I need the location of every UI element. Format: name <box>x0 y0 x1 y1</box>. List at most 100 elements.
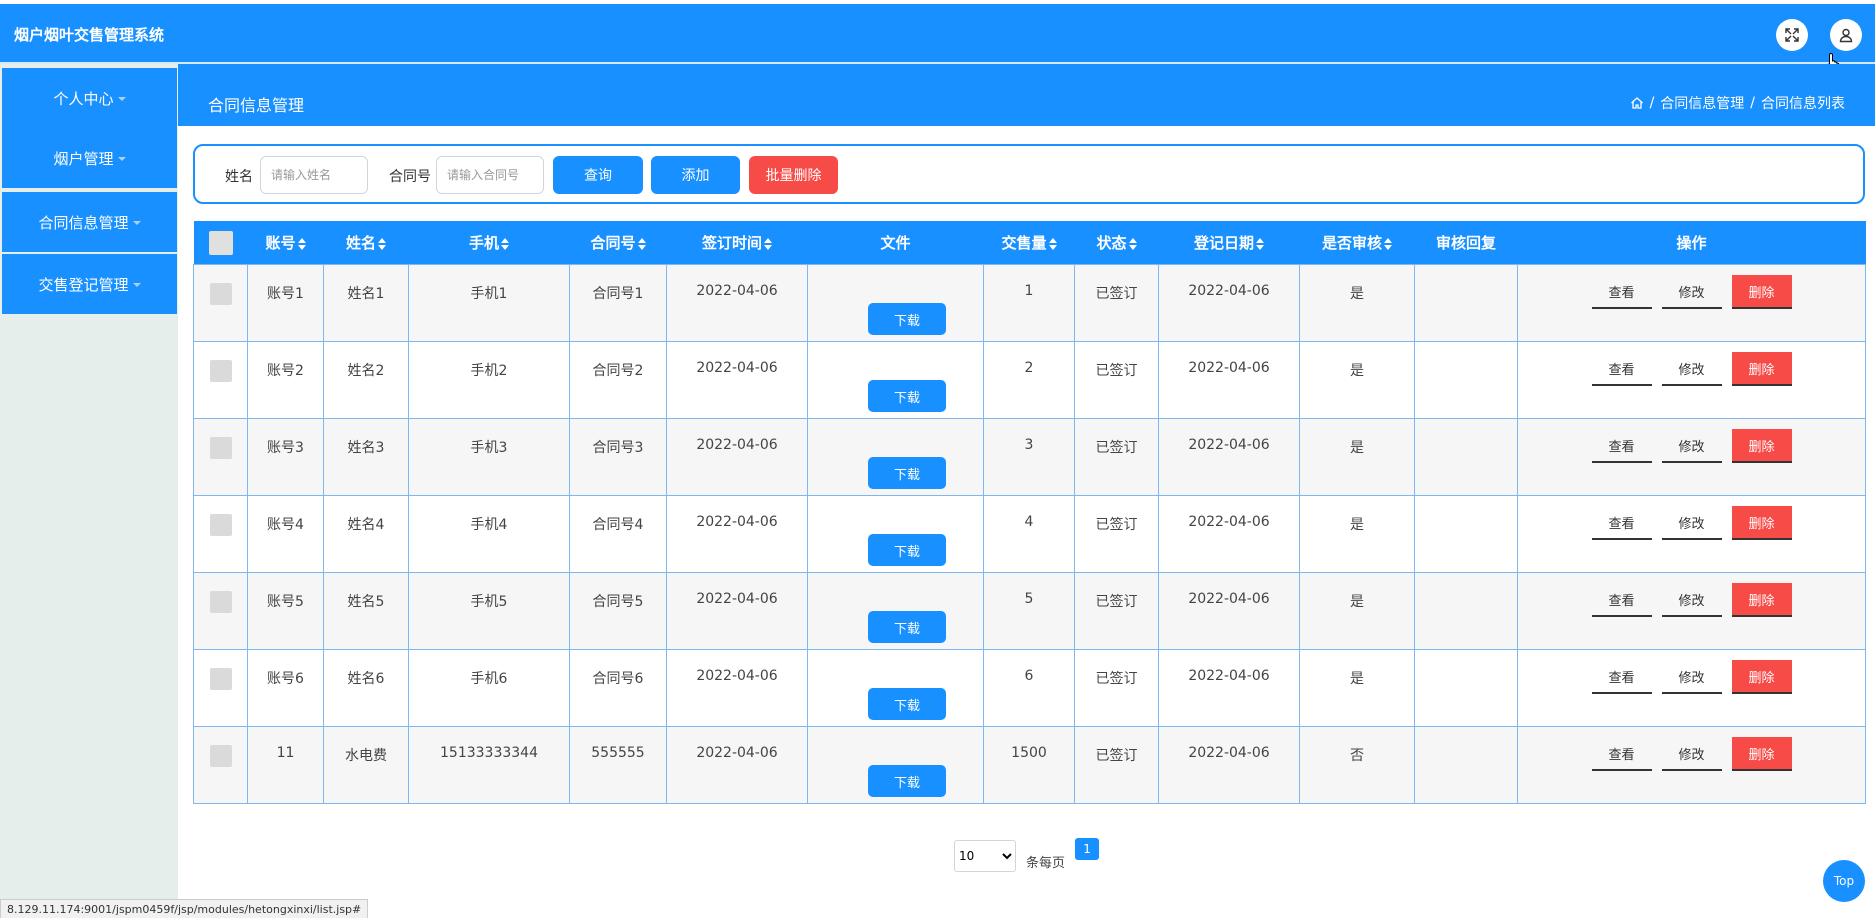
cell-account: 账号4 <box>247 495 324 573</box>
edit-button[interactable]: 修改 <box>1661 506 1722 540</box>
column-header-account[interactable]: 账号 <box>247 221 324 265</box>
table-row: 账号1 姓名1 手机1 合同号1 2022-04-06 下载 1 已签订 202… <box>193 264 1866 342</box>
row-checkbox[interactable] <box>209 668 232 690</box>
edit-button[interactable]: 修改 <box>1661 429 1722 463</box>
breadcrumb-item[interactable]: 合同信息管理 <box>1660 93 1744 113</box>
cell-reviewed: 是 <box>1299 341 1415 419</box>
select-all-checkbox[interactable] <box>208 230 233 255</box>
cell-file: 下载 <box>807 649 984 727</box>
sidebar-item-tobacco-household[interactable]: 烟户管理 <box>2 128 177 188</box>
sort-icon[interactable] <box>501 237 509 250</box>
edit-button[interactable]: 修改 <box>1661 660 1722 694</box>
edit-button[interactable]: 修改 <box>1661 275 1722 309</box>
delete-button[interactable]: 删除 <box>1731 352 1792 386</box>
name-search-input[interactable] <box>260 156 368 194</box>
column-header-contract[interactable]: 合同号 <box>569 221 667 265</box>
view-button[interactable]: 查看 <box>1591 429 1652 463</box>
row-checkbox[interactable] <box>209 591 232 613</box>
page-size-select[interactable]: 10 <box>954 840 1016 872</box>
edit-button[interactable]: 修改 <box>1661 737 1722 771</box>
user-button[interactable] <box>1830 19 1862 51</box>
cell-quantity: 5 <box>983 572 1075 650</box>
cell-actions: 查看 修改 删除 <box>1517 726 1866 804</box>
edit-button[interactable]: 修改 <box>1661 352 1722 386</box>
download-button[interactable]: 下载 <box>868 611 946 643</box>
sort-icon[interactable] <box>378 237 386 250</box>
cell-register-date: 2022-04-06 <box>1158 495 1300 573</box>
sidebar-item-contract-management[interactable]: 合同信息管理 <box>2 192 177 252</box>
download-button[interactable]: 下载 <box>868 303 946 335</box>
delete-button[interactable]: 删除 <box>1731 506 1792 540</box>
edit-button[interactable]: 修改 <box>1661 583 1722 617</box>
view-button[interactable]: 查看 <box>1591 660 1652 694</box>
download-button[interactable]: 下载 <box>868 534 946 566</box>
cell-actions: 查看 修改 删除 <box>1517 649 1866 727</box>
contract-search-input[interactable] <box>436 156 544 194</box>
cell-quantity: 6 <box>983 649 1075 727</box>
page-number-current[interactable]: 1 <box>1075 838 1100 860</box>
download-button[interactable]: 下载 <box>868 380 946 412</box>
batch-delete-button[interactable]: 批量删除 <box>749 156 838 194</box>
cell-review-reply <box>1414 572 1518 650</box>
delete-button[interactable]: 删除 <box>1731 583 1792 617</box>
row-checkbox[interactable] <box>209 283 232 305</box>
view-button[interactable]: 查看 <box>1591 506 1652 540</box>
view-button[interactable]: 查看 <box>1591 737 1652 771</box>
home-icon[interactable] <box>1630 96 1644 110</box>
cell-status: 已签订 <box>1074 495 1159 573</box>
row-checkbox-cell <box>193 341 248 419</box>
sort-icon[interactable] <box>637 237 646 250</box>
column-header-quantity[interactable]: 交售量 <box>983 221 1075 265</box>
column-header-phone[interactable]: 手机 <box>408 221 570 265</box>
sidebar-item-personal-center[interactable]: 个人中心 <box>2 68 177 128</box>
cell-reviewed: 是 <box>1299 418 1415 496</box>
cell-phone: 手机4 <box>408 495 570 573</box>
cell-account: 账号6 <box>247 649 324 727</box>
delete-button[interactable]: 删除 <box>1731 275 1792 309</box>
column-header-status[interactable]: 状态 <box>1074 221 1159 265</box>
fullscreen-button[interactable] <box>1776 19 1808 51</box>
cell-status: 已签订 <box>1074 418 1159 496</box>
search-panel: 姓名 合同号 查询 添加 批量删除 <box>193 144 1865 204</box>
back-to-top-button[interactable]: Top <box>1823 860 1865 902</box>
download-button[interactable]: 下载 <box>868 457 946 489</box>
column-header-name[interactable]: 姓名 <box>323 221 409 265</box>
cell-review-reply <box>1414 264 1518 342</box>
column-header-reviewed[interactable]: 是否审核 <box>1299 221 1415 265</box>
download-button[interactable]: 下载 <box>868 765 946 797</box>
add-button[interactable]: 添加 <box>651 156 740 194</box>
cell-name: 姓名2 <box>323 341 409 419</box>
download-button[interactable]: 下载 <box>868 688 946 720</box>
select-all-checkbox-header[interactable] <box>193 221 248 265</box>
column-header-register-date[interactable]: 登记日期 <box>1158 221 1300 265</box>
sort-icon[interactable] <box>1048 237 1057 250</box>
view-button[interactable]: 查看 <box>1591 352 1652 386</box>
cell-contract: 555555 <box>569 726 667 804</box>
row-checkbox[interactable] <box>209 437 232 459</box>
sort-icon[interactable] <box>1128 237 1137 250</box>
view-button[interactable]: 查看 <box>1591 583 1652 617</box>
sidebar-item-sales-registration[interactable]: 交售登记管理 <box>2 254 177 314</box>
column-header-file: 文件 <box>807 221 984 265</box>
cell-signed-time: 2022-04-06 <box>666 495 808 573</box>
delete-button[interactable]: 删除 <box>1731 660 1792 694</box>
column-header-signed-time[interactable]: 签订时间 <box>666 221 808 265</box>
top-bar: 烟户烟叶交售管理系统 <box>0 4 1875 62</box>
sort-icon[interactable] <box>1256 237 1264 250</box>
delete-button[interactable]: 删除 <box>1731 429 1792 463</box>
row-checkbox[interactable] <box>209 360 232 382</box>
query-button[interactable]: 查询 <box>553 156 643 194</box>
sort-icon[interactable] <box>764 237 772 250</box>
cell-file: 下载 <box>807 264 984 342</box>
sort-icon[interactable] <box>1384 237 1392 250</box>
breadcrumb-item: 合同信息列表 <box>1761 96 1845 112</box>
delete-button[interactable]: 删除 <box>1731 737 1792 771</box>
cell-contract: 合同号4 <box>569 495 667 573</box>
row-checkbox[interactable] <box>209 514 232 536</box>
row-checkbox[interactable] <box>209 745 232 767</box>
cell-name: 姓名5 <box>323 572 409 650</box>
cell-name: 姓名4 <box>323 495 409 573</box>
content-header: 合同信息管理 / 合同信息管理 / 合同信息列表 <box>178 64 1875 126</box>
sort-icon[interactable] <box>297 237 306 250</box>
view-button[interactable]: 查看 <box>1591 275 1652 309</box>
